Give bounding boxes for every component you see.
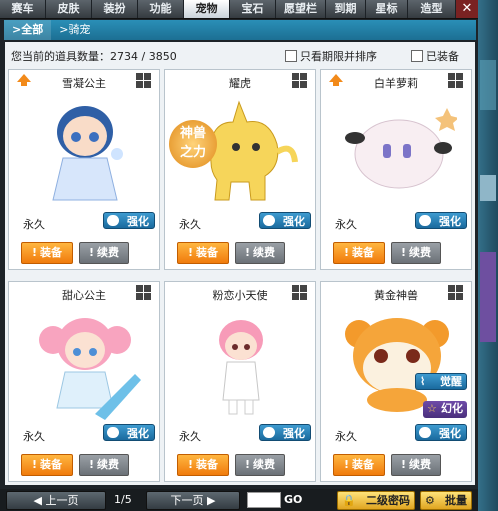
close-icon[interactable]: ✕	[456, 0, 478, 18]
enhance-button[interactable]: 强化	[259, 212, 311, 229]
pet-image	[52, 106, 123, 201]
pet-card[interactable]: 黄金神兽 ⌇ 觉醒 ☆ 幻化 永久 强化 ! 装备 ! 续费	[320, 281, 472, 482]
duration-label: 永久	[23, 430, 45, 443]
item-panel: 您当前的道具数量：2734 / 3850 只看期限并排序 已装备 雪凝公主 永久…	[5, 42, 475, 485]
equip-button[interactable]: ! 装备	[333, 242, 385, 264]
item-count: 您当前的道具数量：2734 / 3850	[11, 50, 177, 63]
pet-card[interactable]: 粉恋小天使 永久 强化 ! 装备 ! 续费	[164, 281, 316, 482]
arrow-right-icon: ▶	[203, 494, 216, 507]
prev-page-button[interactable]: ◀ 上一页	[6, 491, 106, 510]
tab-outfit[interactable]: 装扮	[92, 0, 138, 18]
page-indicator: 1/5	[114, 493, 132, 506]
pet-window: 赛车 皮肤 装扮 功能 宠物 宝石 愿望栏 到期 星标 造型 ✕ >全部 >骑宠…	[0, 0, 478, 511]
info-bar: 您当前的道具数量：2734 / 3850 只看期限并排序 已装备	[5, 44, 475, 64]
tab-function[interactable]: 功能	[138, 0, 184, 18]
pet-card[interactable]: 白羊萝莉 永久 强化 ! 装备 ! 续费	[320, 69, 472, 270]
duration-label: 永久	[179, 218, 201, 231]
enhance-icon	[263, 427, 275, 438]
pet-card[interactable]: 耀虎 神兽 之力 永久 强化 ! 装备 ! 续费	[164, 69, 316, 270]
enhance-button[interactable]: 强化	[103, 424, 155, 441]
background-strip	[478, 0, 498, 511]
sub-tabbar: >全部 >骑宠	[4, 20, 476, 40]
go-button[interactable]: GO	[284, 493, 302, 506]
renew-button[interactable]: ! 续费	[235, 242, 285, 264]
duration-label: 永久	[179, 430, 201, 443]
chevron-right-icon: >	[12, 23, 22, 36]
pet-card[interactable]: 甜心公主 永久 强化 ! 装备 ! 续费	[8, 281, 160, 482]
awaken-badge[interactable]: ⌇ 觉醒	[415, 373, 467, 390]
tab-star[interactable]: 星标	[366, 0, 408, 18]
duration-label: 永久	[23, 218, 45, 231]
lock-icon: 🔒	[342, 494, 356, 507]
enhance-icon	[107, 427, 119, 438]
pet-grid: 雪凝公主 永久 强化 ! 装备 ! 续费 耀虎 神兽 之力 永久 强化 ! 装备…	[5, 66, 475, 485]
renew-button[interactable]: ! 续费	[79, 242, 129, 264]
renew-button[interactable]: ! 续费	[391, 242, 441, 264]
enhance-icon	[419, 427, 431, 438]
expiry-filter-checkbox[interactable]: 只看期限并排序	[285, 48, 377, 64]
equip-button[interactable]: ! 装备	[177, 454, 229, 476]
enhance-button[interactable]: 强化	[415, 212, 467, 229]
arrow-left-icon: ◀	[33, 494, 46, 507]
subtab-all[interactable]: >全部	[4, 20, 52, 40]
pulse-icon: ⌇	[420, 375, 426, 388]
pet-name: 黄金神兽	[374, 289, 418, 302]
tab-expiry[interactable]: 到期	[326, 0, 366, 18]
pet-image	[219, 320, 263, 415]
equip-button[interactable]: ! 装备	[177, 242, 229, 264]
renew-button[interactable]: ! 续费	[79, 454, 129, 476]
equip-button[interactable]: ! 装备	[21, 242, 73, 264]
equipped-filter-checkbox[interactable]: 已装备	[411, 48, 459, 64]
tab-kart[interactable]: 赛车	[0, 0, 46, 18]
tab-pet[interactable]: 宠物	[184, 0, 230, 18]
enhance-button[interactable]: 强化	[103, 212, 155, 229]
enhance-button[interactable]: 强化	[415, 424, 467, 441]
pet-name: 雪凝公主	[62, 77, 106, 90]
next-page-button[interactable]: 下一页 ▶	[146, 491, 240, 510]
divine-power-badge: 神兽 之力	[169, 120, 217, 168]
equip-button[interactable]: ! 装备	[333, 454, 385, 476]
transform-badge[interactable]: ☆ 幻化	[423, 401, 467, 418]
duration-label: 永久	[335, 430, 357, 443]
pet-image	[345, 108, 457, 189]
top-tabbar: 赛车 皮肤 装扮 功能 宠物 宝石 愿望栏 到期 星标 造型 ✕	[0, 0, 478, 19]
secondary-password-button[interactable]: 🔒 二级密码	[337, 491, 415, 510]
tab-style[interactable]: 造型	[408, 0, 456, 18]
renew-button[interactable]: ! 续费	[391, 454, 441, 476]
enhance-icon	[263, 215, 275, 226]
tab-skin[interactable]: 皮肤	[46, 0, 92, 18]
pet-name: 耀虎	[229, 77, 251, 90]
equip-button[interactable]: ! 装备	[21, 454, 73, 476]
pet-name: 白羊萝莉	[374, 77, 418, 90]
gear-icon: ⚙	[425, 494, 435, 507]
enhance-icon	[419, 215, 431, 226]
enhance-button[interactable]: 强化	[259, 424, 311, 441]
checkbox-icon	[285, 50, 297, 62]
batch-button[interactable]: ⚙ 批量	[420, 491, 472, 510]
pagination-bar: ◀ 上一页 1/5 下一页 ▶ GO 🔒 二级密码 ⚙ 批量	[0, 489, 478, 511]
renew-button[interactable]: ! 续费	[235, 454, 285, 476]
page-number-input[interactable]	[247, 492, 281, 508]
enhance-icon	[107, 215, 119, 226]
pet-name: 粉恋小天使	[212, 289, 268, 302]
tab-wishlist[interactable]: 愿望栏	[276, 0, 326, 18]
tab-gem[interactable]: 宝石	[230, 0, 276, 18]
star-icon: ☆	[427, 402, 437, 415]
checkbox-icon	[411, 50, 423, 62]
subtab-mount[interactable]: >骑宠	[51, 20, 98, 40]
pet-card[interactable]: 雪凝公主 永久 强化 ! 装备 ! 续费	[8, 69, 160, 270]
duration-label: 永久	[335, 218, 357, 231]
pet-name: 甜心公主	[62, 289, 106, 302]
pet-image	[39, 318, 141, 420]
